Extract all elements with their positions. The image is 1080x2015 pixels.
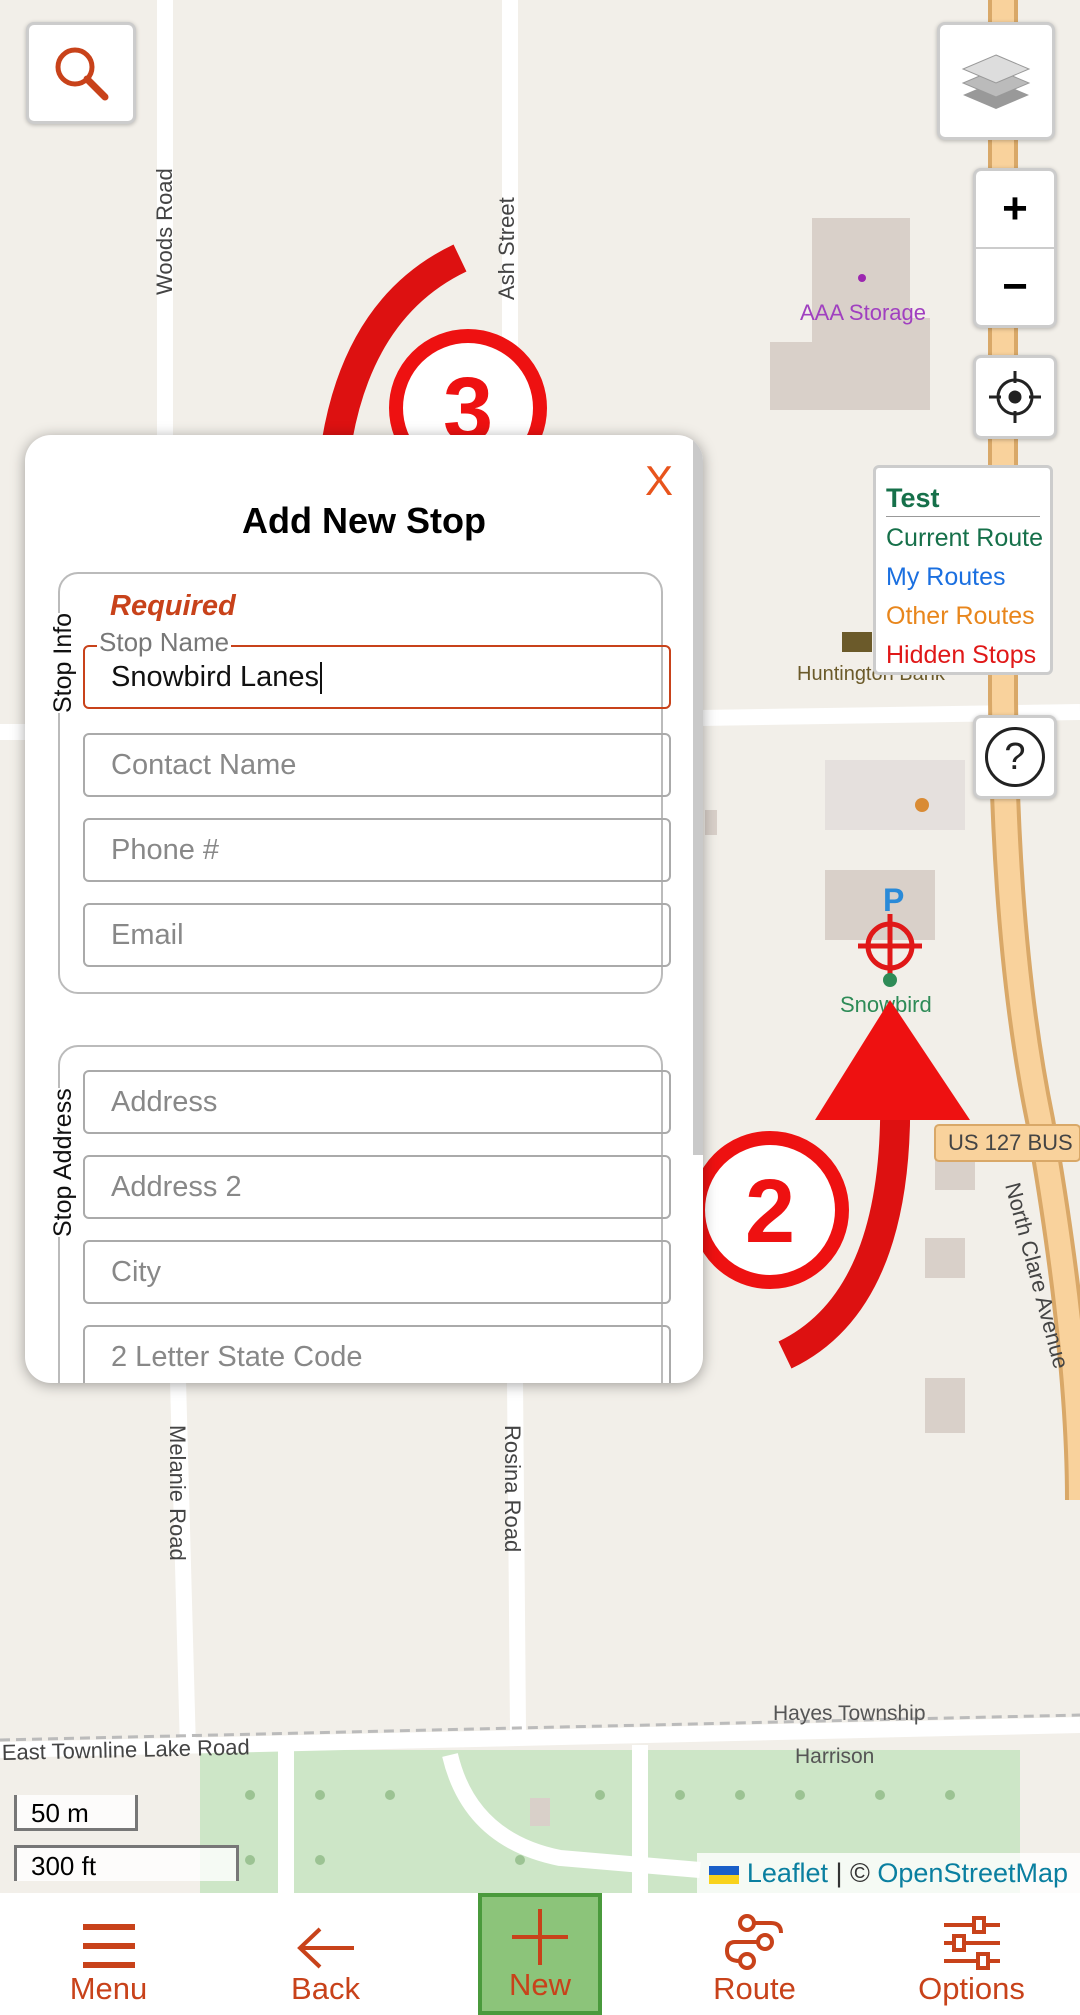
ukraine-flag-icon — [709, 1865, 740, 1884]
stop-name-label: Stop Name — [97, 627, 232, 658]
osm-link[interactable]: OpenStreetMap — [877, 1858, 1068, 1888]
legend-item-other-routes[interactable]: Other Routes — [886, 597, 1040, 636]
locate-button[interactable] — [973, 355, 1057, 439]
required-label: Required — [110, 590, 236, 622]
road-label-woods: Woods Road — [152, 168, 177, 295]
place-label-hayes: Hayes Township — [773, 1702, 926, 1725]
zoom-out-button[interactable]: − — [976, 249, 1054, 325]
help-button[interactable]: ? — [973, 715, 1057, 799]
nav-new-label: New — [508, 1967, 571, 2002]
nav-route-label: Route — [713, 1971, 796, 2006]
nav-route-button[interactable]: Route — [646, 1893, 863, 2015]
nav-options-button[interactable]: Options — [863, 1893, 1080, 2015]
state-input[interactable]: 2 Letter State Code — [83, 1325, 671, 1383]
road-label-us127: US 127 BUS — [948, 1130, 1073, 1155]
layers-button[interactable] — [937, 22, 1055, 140]
route-legend: Test Current Route My Routes Other Route… — [873, 465, 1053, 675]
legend-title: Test — [886, 480, 1040, 517]
search-button[interactable] — [26, 22, 136, 124]
parking-icon: P — [883, 882, 904, 918]
scale-imperial: 300 ft — [14, 1845, 239, 1881]
zoom-control: + − — [973, 168, 1057, 328]
nav-options-label: Options — [918, 1971, 1025, 2006]
text-cursor — [319, 662, 322, 695]
dialog-scrollbar[interactable] — [693, 435, 703, 1155]
nav-new-button[interactable]: New — [478, 1893, 602, 2015]
scale-metric: 50 m — [14, 1795, 138, 1831]
address-input[interactable]: Address — [83, 1070, 671, 1134]
phone-input[interactable]: Phone # — [83, 818, 671, 882]
city-input[interactable]: City — [83, 1240, 671, 1304]
add-stop-dialog: X Add New Stop Stop Info Required Snowbi… — [25, 435, 703, 1383]
poi-label-aaa-storage: AAA Storage — [800, 300, 926, 325]
road-label-rosina: Rosina Road — [500, 1425, 525, 1552]
search-icon — [55, 47, 109, 101]
nav-back-button[interactable]: Back — [217, 1893, 434, 2015]
road-label-ash: Ash Street — [494, 197, 519, 300]
locate-icon — [989, 371, 1041, 423]
close-button[interactable]: X — [645, 457, 673, 505]
svg-text:2: 2 — [745, 1162, 795, 1262]
menu-icon — [82, 1924, 135, 1968]
stop-info-legend: Stop Info — [49, 612, 78, 713]
nav-back-label: Back — [291, 1971, 360, 2006]
bottom-nav: Menu Back New Route Options — [0, 1893, 1080, 2015]
map-attribution: Leaflet | © OpenStreetMap — [697, 1853, 1080, 1893]
email-input[interactable]: Email — [83, 903, 671, 967]
leaflet-link[interactable]: Leaflet — [747, 1858, 828, 1888]
legend-item-my-routes[interactable]: My Routes — [886, 558, 1040, 597]
legend-item-hidden-stops[interactable]: Hidden Stops — [886, 636, 1040, 675]
nav-menu-label: Menu — [69, 1971, 148, 2006]
help-icon: ? — [985, 727, 1045, 787]
contact-name-input[interactable]: Contact Name — [83, 733, 671, 797]
layers-icon — [961, 54, 1031, 109]
nav-menu-button[interactable]: Menu — [0, 1893, 217, 2015]
stop-address-legend: Stop Address — [49, 1088, 78, 1237]
legend-item-current-route[interactable]: Current Route — [886, 519, 1043, 558]
back-arrow-icon — [296, 1927, 354, 1969]
address2-input[interactable]: Address 2 — [83, 1155, 671, 1219]
place-label-harrison: Harrison — [795, 1745, 874, 1768]
attribution-separator: | © — [827, 1858, 878, 1888]
sliders-icon — [943, 1916, 1000, 1970]
dialog-title: Add New Stop — [242, 500, 486, 541]
route-icon — [724, 1914, 783, 1970]
plus-icon — [512, 1909, 568, 1965]
zoom-in-button[interactable]: + — [976, 171, 1054, 249]
road-label-melanie: Melanie Road — [165, 1425, 190, 1561]
